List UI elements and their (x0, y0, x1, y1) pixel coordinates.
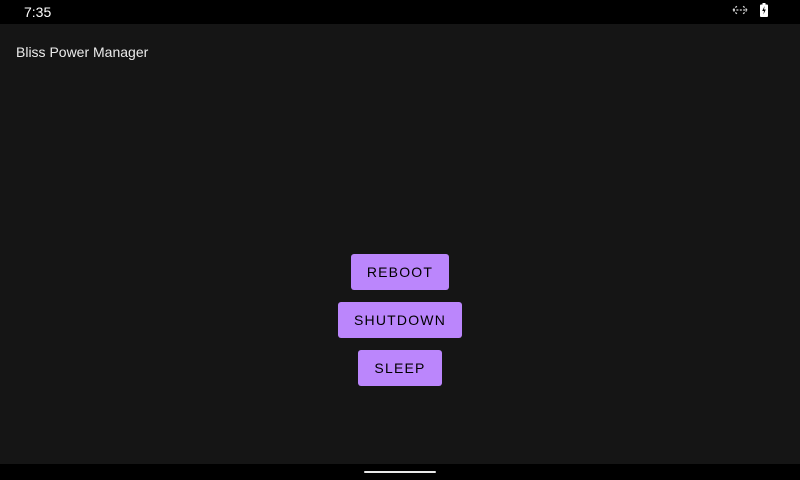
reboot-button[interactable]: REBOOT (350, 254, 450, 290)
status-icons (732, 2, 768, 22)
sleep-button[interactable]: SLEEP (358, 350, 442, 386)
status-bar: 7:35 (0, 0, 800, 24)
app-title: Bliss Power Manager (16, 44, 149, 60)
shutdown-button[interactable]: SHUTDOWN (337, 302, 463, 338)
app-content: Bliss Power Manager REBOOT SHUTDOWN SLEE… (0, 24, 800, 464)
navigation-bar (0, 464, 800, 480)
gesture-handle[interactable] (364, 471, 436, 473)
battery-charging-icon (760, 2, 768, 22)
status-time: 7:35 (24, 4, 52, 20)
data-transfer-icon (732, 3, 748, 21)
device-screen: 7:35 Bliss Power Manager REBOOT SHUTDOWN… (0, 0, 800, 480)
power-actions: REBOOT SHUTDOWN SLEEP (0, 254, 800, 386)
